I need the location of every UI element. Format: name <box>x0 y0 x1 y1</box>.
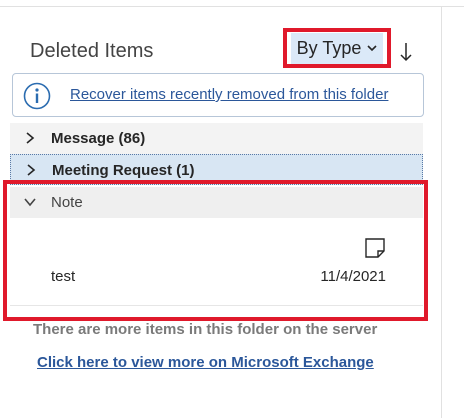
group-label: Message (86) <box>51 130 146 147</box>
note-list-item[interactable]: test 11/4/2021 <box>10 220 423 306</box>
chevron-right-icon[interactable] <box>25 164 37 176</box>
group-header-note[interactable]: Note <box>10 187 423 218</box>
group-header-message[interactable]: Message (86) <box>10 123 423 154</box>
item-subject: test <box>51 268 76 285</box>
view-more-exchange-link[interactable]: Click here to view more on Microsoft Exc… <box>37 354 374 371</box>
recover-items-link[interactable]: Recover items recently removed from this… <box>70 86 388 103</box>
chevron-down-icon <box>367 45 377 52</box>
chevron-right-icon[interactable] <box>24 132 36 144</box>
pane-top-border <box>0 6 464 7</box>
folder-title: Deleted Items <box>30 40 154 62</box>
sort-by-type-button[interactable]: By Type <box>283 28 391 68</box>
group-label: Note <box>51 194 83 211</box>
pane-right-border <box>441 6 442 418</box>
arrow-down-icon[interactable] <box>399 41 413 63</box>
sort-button-inner[interactable]: By Type <box>290 32 384 64</box>
sort-label: By Type <box>296 37 362 58</box>
recover-items-banner: Recover items recently removed from this… <box>12 73 424 117</box>
group-header-meeting-request[interactable]: Meeting Request (1) <box>10 154 423 185</box>
group-label: Meeting Request (1) <box>52 162 195 179</box>
more-items-on-server-text: There are more items in this folder on t… <box>33 321 378 338</box>
info-icon <box>23 82 51 110</box>
item-date: 11/4/2021 <box>320 268 386 285</box>
chevron-down-icon[interactable] <box>24 196 36 208</box>
note-icon <box>365 238 385 258</box>
